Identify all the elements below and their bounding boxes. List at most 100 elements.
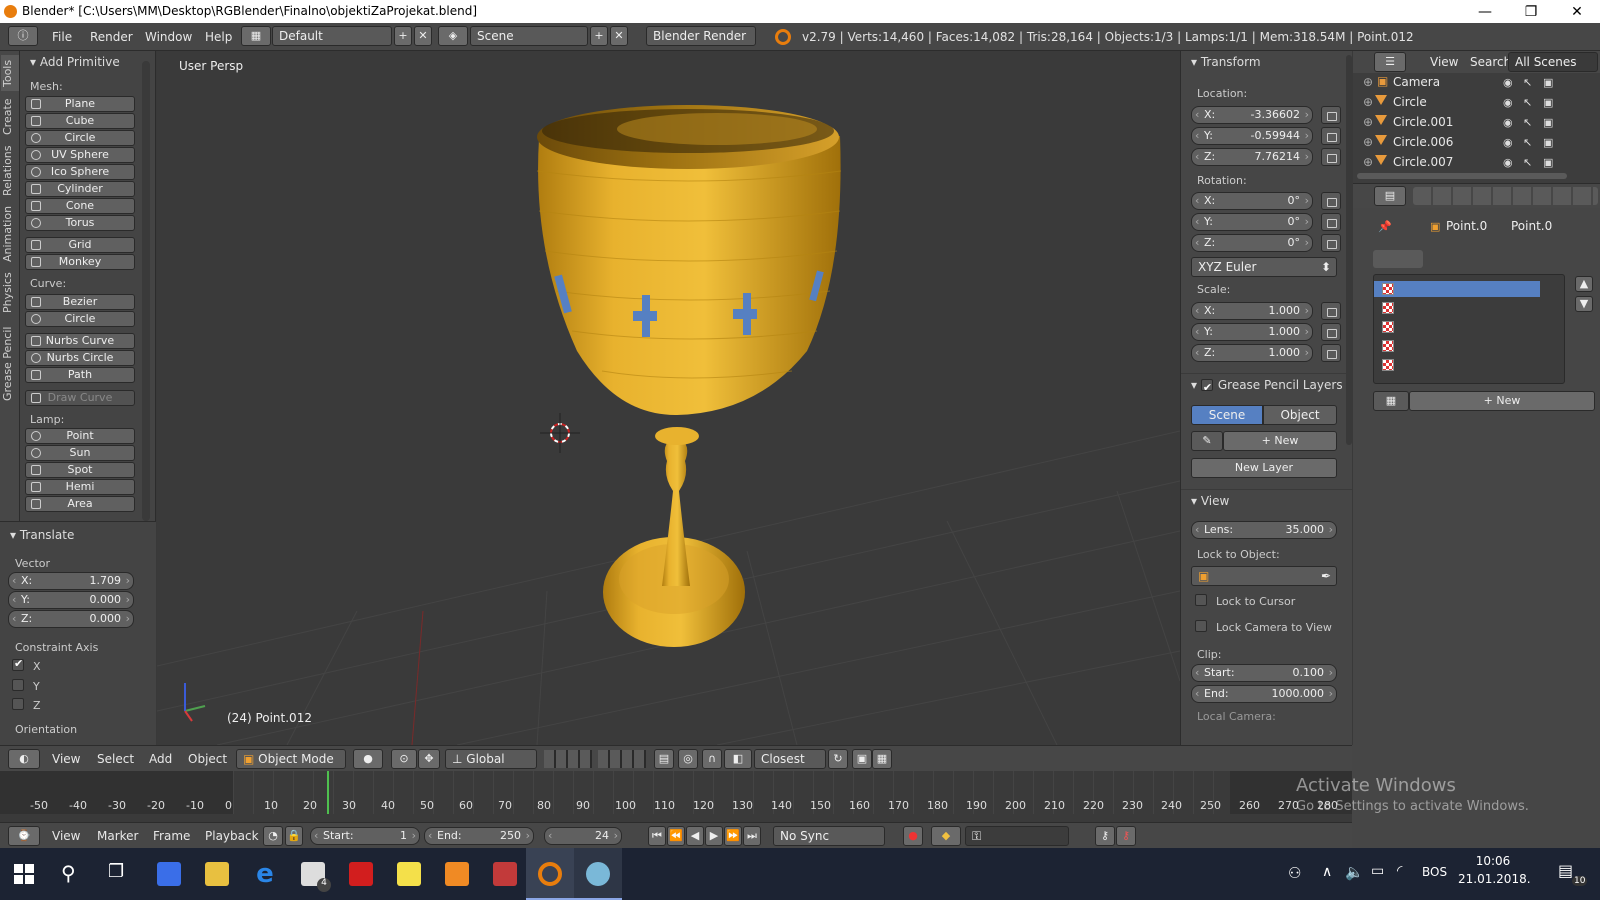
panel-header-grease-pencil-layers[interactable]: ▾ Grease Pencil Layers (1181, 373, 1352, 399)
sync-mode-dropdown[interactable]: No Sync (773, 826, 885, 846)
pin-icon[interactable]: 📌 (1378, 220, 1392, 233)
tab-animation[interactable]: Animation (1, 203, 19, 265)
minimize-button[interactable]: — (1462, 2, 1508, 22)
select-arrow-icon[interactable]: ↖ (1523, 96, 1532, 109)
keying-set-icon[interactable]: ◆ (931, 826, 961, 846)
use-preview-range-icon[interactable]: ◔ (263, 826, 283, 846)
view3d-menu-add[interactable]: Add (149, 752, 172, 766)
rotation-mode-dropdown[interactable]: XYZ Euler ⬍ (1191, 257, 1337, 277)
render-camera-icon[interactable]: ▣ (1543, 156, 1553, 169)
view3d-menu-object[interactable]: Object (188, 752, 227, 766)
add-spot-lamp-button[interactable]: Spot (25, 462, 135, 478)
rotation-x-field[interactable]: X:0° (1191, 192, 1313, 210)
3d-cursor[interactable] (540, 413, 580, 453)
rotation-y-field[interactable]: Y:0° (1191, 213, 1313, 231)
add-layout-icon[interactable]: + (394, 26, 412, 46)
screen-layout-dropdown[interactable]: Default (272, 26, 392, 46)
render-camera-icon[interactable]: ▣ (852, 749, 872, 769)
3d-editor-type-icon[interactable]: ◐ (8, 749, 40, 769)
lock-location-x-icon[interactable] (1321, 106, 1341, 124)
render-camera-icon[interactable]: ▣ (1543, 96, 1553, 109)
lock-rotation-y-icon[interactable] (1321, 213, 1341, 231)
rotation-z-field[interactable]: Z:0° (1191, 234, 1313, 252)
add-circle-button[interactable]: Circle (25, 130, 135, 146)
add-torus-button[interactable]: Torus (25, 215, 135, 231)
visibility-eye-icon[interactable]: ◉ (1503, 156, 1513, 169)
lock-time-cursor-icon[interactable]: 🔒 (285, 826, 303, 846)
texture-slot-selected[interactable] (1374, 281, 1540, 297)
edge-browser-icon[interactable]: e (253, 861, 277, 887)
constraint-x-checkbox[interactable] (12, 657, 24, 671)
outliner-row-circle[interactable]: ⊕ Circle ◉ ↖ ▣ (1353, 93, 1583, 112)
layer-buttons-left[interactable] (544, 750, 592, 768)
vector-y-field[interactable]: Y:0.000 (8, 591, 134, 609)
visibility-eye-icon[interactable]: ◉ (1503, 116, 1513, 129)
play-reverse-icon[interactable]: ◀ (686, 826, 704, 846)
goblet-mesh[interactable] (536, 105, 842, 647)
panel-header-add-primitive[interactable]: ▾ Add Primitive (20, 51, 155, 73)
add-grid-button[interactable]: Grid (25, 237, 135, 253)
vector-x-field[interactable]: X:1.709 (8, 572, 134, 590)
add-bezier-button[interactable]: Bezier (25, 294, 135, 310)
menu-window[interactable]: Window (145, 30, 192, 44)
texture-context-toggle[interactable] (1373, 250, 1423, 268)
tab-create[interactable]: Create (1, 95, 19, 139)
clip-end-field[interactable]: End:1000.000 (1191, 685, 1337, 703)
gp-scene-toggle[interactable]: Scene (1191, 405, 1263, 425)
gp-new-layer-button[interactable]: New Layer (1191, 458, 1337, 478)
lock-to-cursor-checkbox[interactable] (1195, 594, 1207, 606)
lock-location-z-icon[interactable] (1321, 148, 1341, 166)
remove-layout-icon[interactable]: ✕ (414, 26, 432, 46)
panel-header-view[interactable]: ▾ View (1181, 489, 1352, 511)
draw-curve-button[interactable]: Draw Curve (25, 390, 135, 406)
location-z-field[interactable]: Z:7.76214 (1191, 148, 1313, 166)
file-explorer-icon[interactable] (205, 862, 229, 886)
outliner-row-circle-006[interactable]: ⊕ Circle.006 ◉ ↖ ▣ (1353, 133, 1583, 152)
second-app-taskbar-button[interactable] (574, 848, 622, 900)
viewport-shading-icon[interactable]: ● (353, 749, 383, 769)
manipulator-icon[interactable]: ✥ (418, 749, 440, 769)
move-slot-down-icon[interactable]: ▼ (1575, 296, 1593, 312)
location-x-field[interactable]: X:-3.36602 (1191, 106, 1313, 124)
media-player-icon[interactable] (445, 862, 469, 886)
add-ico-sphere-button[interactable]: Ico Sphere (25, 164, 135, 180)
visibility-eye-icon[interactable]: ◉ (1503, 136, 1513, 149)
lens-field[interactable]: Lens:35.000 (1191, 521, 1337, 539)
snap-target-dropdown[interactable]: Closest (754, 749, 826, 769)
snap-magnet-icon[interactable]: ∩ (702, 749, 722, 769)
search-icon[interactable]: ⚲ (61, 861, 76, 885)
outliner-row-camera[interactable]: ⊕ ▣ Camera ◉ ↖ ▣ (1353, 73, 1583, 92)
maximize-button[interactable]: ❐ (1508, 2, 1554, 22)
add-monkey-button[interactable]: Monkey (25, 254, 135, 270)
lock-location-y-icon[interactable] (1321, 127, 1341, 145)
render-engine-dropdown[interactable]: Blender Render (646, 26, 756, 46)
add-path-button[interactable]: Path (25, 367, 135, 383)
constraint-y-checkbox[interactable] (12, 679, 24, 691)
vector-z-field[interactable]: Z:0.000 (8, 610, 134, 628)
view3d-menu-select[interactable]: Select (97, 752, 134, 766)
sticky-notes-icon[interactable] (397, 862, 421, 886)
mail-icon[interactable]: 4 (301, 862, 331, 892)
outliner-row-circle-001[interactable]: ⊕ Circle.001 ◉ ↖ ▣ (1353, 113, 1583, 132)
close-button[interactable]: ✕ (1554, 2, 1600, 22)
play-icon[interactable]: ▶ (705, 826, 723, 846)
location-y-field[interactable]: Y:-0.59944 (1191, 127, 1313, 145)
lock-scale-y-icon[interactable] (1321, 323, 1341, 341)
tab-grease-pencil[interactable]: Grease Pencil (1, 321, 19, 407)
scene-dropdown[interactable]: Scene (470, 26, 588, 46)
add-cube-button[interactable]: Cube (25, 113, 135, 129)
tab-physics[interactable]: Physics (1, 269, 19, 317)
end-frame-field[interactable]: End:250 (424, 827, 534, 845)
volume-icon[interactable]: 🔈 (1345, 863, 1364, 881)
book-app-icon[interactable] (493, 862, 517, 886)
grease-pencil-icon[interactable]: ✎ (1191, 431, 1223, 451)
lock-rotation-x-icon[interactable] (1321, 192, 1341, 210)
add-point-lamp-button[interactable]: Point (25, 428, 135, 444)
scale-z-field[interactable]: Z:1.000 (1191, 344, 1313, 362)
current-frame-field[interactable]: 24 (544, 827, 622, 845)
panel-header-translate[interactable]: ▾ Translate (0, 524, 156, 546)
tab-relations[interactable]: Relations (1, 143, 19, 199)
lock-to-object-field[interactable]: ▣ ✒ (1191, 566, 1337, 586)
add-sun-lamp-button[interactable]: Sun (25, 445, 135, 461)
clock[interactable]: 10:06 21.01.2018. (1458, 854, 1531, 886)
